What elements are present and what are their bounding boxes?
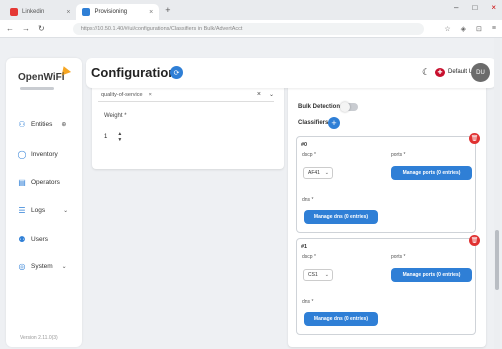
sidebar-item-logs[interactable]: ☰ Logs ⌄ bbox=[16, 206, 68, 215]
weight-label: Weight * bbox=[104, 113, 127, 119]
browser-tab-provisioning[interactable]: Provisioning × bbox=[76, 4, 160, 20]
page-scrollbar-track[interactable] bbox=[494, 38, 500, 349]
sidebar-item-inventory[interactable]: ◯ Inventory bbox=[16, 150, 58, 159]
page-title: Configuration bbox=[91, 65, 177, 80]
sidebar-item-label: Entities bbox=[31, 121, 53, 128]
manage-ports-button[interactable]: Manage ports (0 entries) bbox=[391, 166, 472, 180]
sidebar-item-label: Inventory bbox=[31, 151, 58, 158]
menu-icon[interactable]: ≡ bbox=[492, 25, 496, 33]
sidebar-item-entities[interactable]: ⚇ Entities ⊕ bbox=[16, 120, 66, 129]
star-icon[interactable]: ☆ bbox=[444, 25, 450, 33]
sidebar-item-label: Operators bbox=[31, 179, 60, 186]
maximize-icon[interactable]: □ bbox=[472, 3, 477, 12]
add-circle-icon[interactable]: ⊕ bbox=[61, 121, 66, 128]
dscp-value: CS1 bbox=[308, 272, 318, 278]
provisioning-favicon-icon bbox=[82, 8, 91, 16]
close-window-icon[interactable]: × bbox=[491, 3, 496, 12]
close-icon[interactable]: × bbox=[149, 9, 153, 16]
dark-mode-icon[interactable]: ☾ bbox=[422, 67, 430, 78]
url-field[interactable]: https://10.50.1.40/#/ui/configurations/C… bbox=[72, 22, 425, 35]
weight-input[interactable]: 1 ▲ ▼ bbox=[104, 126, 128, 148]
logs-icon: ☰ bbox=[18, 206, 26, 215]
language-flag-icon[interactable]: ✚ bbox=[435, 68, 445, 77]
classifier-name: #1 bbox=[301, 244, 308, 250]
entities-icon: ⚇ bbox=[18, 120, 26, 129]
chip-remove-icon[interactable]: × bbox=[146, 91, 155, 99]
sidebar-item-label: Users bbox=[31, 236, 48, 243]
sidebar-item-label: System bbox=[31, 263, 53, 270]
close-icon[interactable]: × bbox=[66, 9, 70, 16]
manage-ports-button[interactable]: Manage ports (0 entries) bbox=[391, 268, 472, 282]
address-bar-row: ← → ↻ https://10.50.1.40/#/ui/configurat… bbox=[0, 20, 502, 38]
dscp-value: AF41 bbox=[308, 170, 320, 176]
operators-icon: ▤ bbox=[18, 178, 26, 187]
shield-icon[interactable]: ◈ bbox=[461, 25, 466, 33]
window-controls: – □ × bbox=[454, 3, 496, 12]
linkedin-favicon-icon bbox=[10, 8, 18, 16]
manage-dns-button[interactable]: Manage dns (0 entries) bbox=[304, 312, 378, 326]
delete-icon[interactable]: 🗑 bbox=[469, 133, 480, 144]
users-icon: ⚉ bbox=[18, 235, 26, 244]
weight-value: 1 bbox=[104, 134, 108, 140]
classifiers-card: ▲▼ Bulk Detection Classifiers + #0 🗑 dsc… bbox=[288, 70, 486, 347]
back-icon[interactable]: ← bbox=[6, 24, 14, 33]
ports-label: ports * bbox=[391, 152, 406, 158]
sidebar-item-label: Logs bbox=[31, 207, 46, 214]
new-tab-icon[interactable]: + bbox=[165, 5, 170, 15]
reload-icon[interactable]: ↻ bbox=[38, 24, 45, 33]
version-label: Version 2.11.0(3) bbox=[20, 335, 58, 341]
sidebar: OpenWiFi ⚇ Entities ⊕ ◯ Inventory ▤ Oper… bbox=[6, 58, 82, 347]
sidebar-item-system[interactable]: ◎ System ⌄ bbox=[16, 262, 67, 271]
tab-label: Linkedin bbox=[22, 9, 45, 15]
bulk-detection-label: Bulk Detection bbox=[298, 104, 341, 110]
chevron-down-icon[interactable]: ⌄ bbox=[63, 207, 68, 214]
add-classifier-button[interactable]: + bbox=[328, 117, 340, 129]
help-icon[interactable]: ⟳ bbox=[170, 66, 183, 79]
chevron-down-icon: ⌄ bbox=[324, 272, 329, 278]
dscp-select[interactable]: CS1 ⌄ bbox=[303, 269, 333, 281]
classifier-name: #0 bbox=[301, 142, 308, 148]
minimize-icon[interactable]: – bbox=[454, 3, 458, 12]
bulk-detection-toggle[interactable] bbox=[340, 102, 358, 112]
classifier-card: #1 🗑 dscp * ports * CS1 ⌄ Manage ports (… bbox=[296, 235, 480, 335]
manage-dns-button[interactable]: Manage dns (0 entries) bbox=[304, 210, 378, 224]
delete-icon[interactable]: 🗑 bbox=[469, 235, 480, 246]
forward-icon[interactable]: → bbox=[22, 24, 30, 33]
logo-tagline bbox=[20, 87, 54, 90]
browser-tab-bar: Linkedin × Provisioning × + – □ × bbox=[0, 0, 502, 20]
clear-icon[interactable]: × bbox=[257, 91, 261, 98]
chevron-down-icon[interactable]: ⌄ bbox=[62, 263, 67, 270]
sidebar-item-operators[interactable]: ▤ Operators bbox=[16, 178, 60, 187]
sidebar-item-users[interactable]: ⚉ Users bbox=[16, 235, 48, 244]
classifier-card: #0 🗑 dscp * ports * AF41 ⌄ Manage ports … bbox=[296, 133, 480, 233]
extensions-icon[interactable]: ⊡ bbox=[476, 25, 482, 33]
services-select[interactable]: quality-of-service × × ⌄ bbox=[98, 88, 274, 102]
dns-label: dns * bbox=[302, 299, 314, 305]
decrement-icon[interactable]: ▼ bbox=[117, 137, 122, 143]
ports-label: ports * bbox=[391, 254, 406, 260]
config-card: quality-of-service × × ⌄ Weight * 1 ▲ ▼ bbox=[92, 82, 284, 169]
inventory-icon: ◯ bbox=[17, 150, 27, 159]
chevron-down-icon: ⌄ bbox=[324, 170, 329, 176]
page-scrollbar-thumb[interactable] bbox=[495, 230, 499, 290]
avatar[interactable]: DU bbox=[471, 63, 490, 82]
dns-label: dns * bbox=[302, 197, 314, 203]
page-header: Configuration ⟳ ☾ ✚ Default User DU bbox=[86, 58, 496, 88]
selected-chip: quality-of-service bbox=[101, 91, 143, 98]
tab-label: Provisioning bbox=[94, 9, 128, 15]
classifiers-label: Classifiers bbox=[298, 120, 329, 126]
chevron-down-icon[interactable]: ⌄ bbox=[269, 91, 274, 98]
system-icon: ◎ bbox=[18, 262, 26, 271]
logo-text: OpenWiFi bbox=[18, 72, 65, 83]
browser-tab-linkedin[interactable]: Linkedin × bbox=[4, 4, 76, 20]
weight-stepper[interactable]: ▲ ▼ bbox=[117, 131, 122, 143]
dscp-label: dscp * bbox=[302, 152, 316, 158]
dscp-select[interactable]: AF41 ⌄ bbox=[303, 167, 333, 179]
dscp-label: dscp * bbox=[302, 254, 316, 260]
